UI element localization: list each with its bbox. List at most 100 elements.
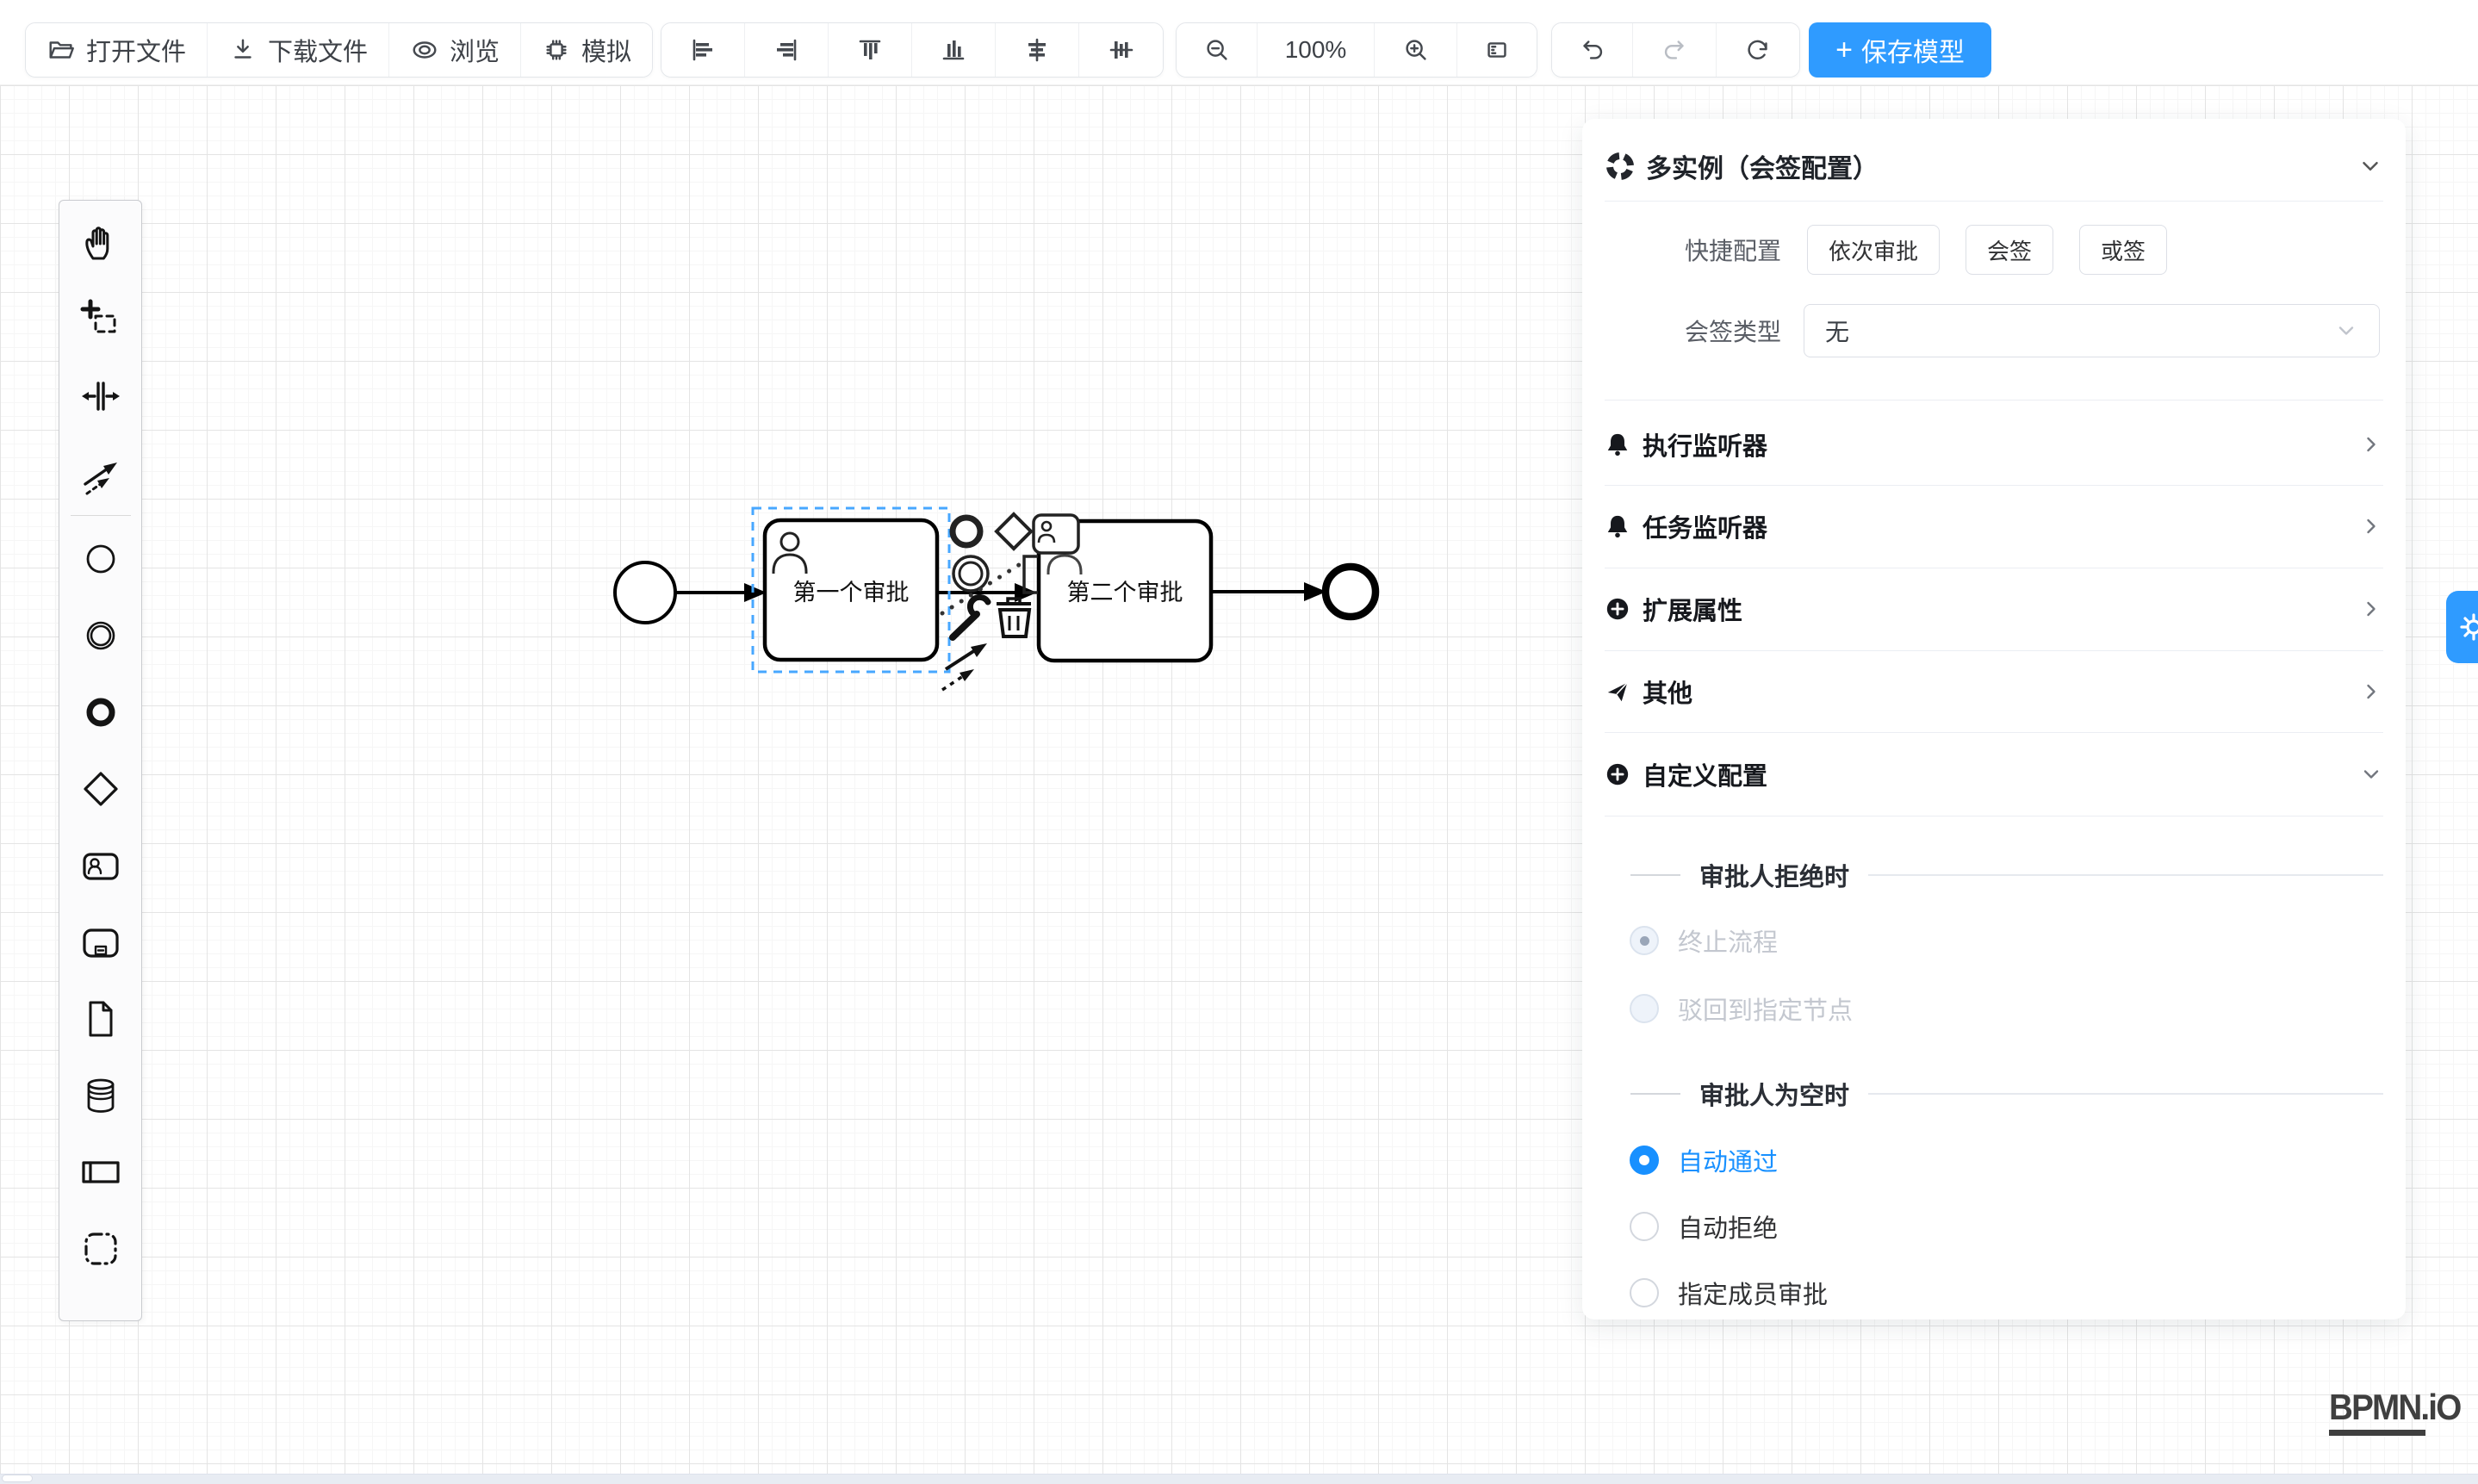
- reject-group-title: 审批人拒绝时: [1699, 857, 1849, 893]
- sequence-flow-3[interactable]: [1211, 582, 1326, 601]
- section-custom-config[interactable]: 自定义配置: [1605, 750, 2383, 798]
- chip-icon: [542, 35, 571, 65]
- quick-option-countersign-button[interactable]: 会签: [1966, 225, 2053, 275]
- quick-option-orsign-button[interactable]: 或签: [2079, 225, 2167, 275]
- wrench-icon[interactable]: [953, 597, 988, 637]
- divider: [1605, 732, 2383, 733]
- radio-icon: [1630, 1212, 1659, 1241]
- palette-participant[interactable]: [59, 1133, 141, 1210]
- radio-auto-reject[interactable]: 自动拒绝: [1630, 1201, 1778, 1251]
- palette-data-object[interactable]: [59, 980, 141, 1057]
- zoom-in-button[interactable]: [1375, 23, 1457, 77]
- task-label: 第二个审批: [1067, 580, 1183, 605]
- horizontal-scrollbar[interactable]: [0, 1474, 2478, 1484]
- append-end-event-icon[interactable]: [953, 518, 980, 545]
- palette-hand-tool[interactable]: [59, 204, 141, 281]
- radio-assign-member[interactable]: 指定成员审批: [1630, 1268, 1828, 1318]
- palette-start-event[interactable]: [59, 520, 141, 597]
- palette-intermediate-event[interactable]: [59, 597, 141, 674]
- file-button-group: 打开文件 下载文件 浏览 模拟: [25, 22, 653, 78]
- refresh-button[interactable]: [1717, 23, 1799, 77]
- undo-icon: [1578, 35, 1607, 65]
- trash-icon[interactable]: [997, 599, 1031, 636]
- append-user-task-icon[interactable]: [1034, 515, 1078, 553]
- preview-button[interactable]: 浏览: [389, 23, 521, 77]
- palette-end-event[interactable]: [59, 674, 141, 750]
- space-tool-icon: [78, 373, 124, 419]
- sign-type-select[interactable]: 无: [1804, 304, 2380, 357]
- radio-terminate-process[interactable]: 终止流程: [1630, 916, 1778, 966]
- append-gateway-icon[interactable]: [997, 514, 1031, 549]
- chevron-right-icon: [2359, 680, 2383, 704]
- palette-data-store[interactable]: [59, 1057, 141, 1133]
- palette: [59, 200, 142, 1321]
- subprocess-icon: [78, 919, 124, 966]
- fit-viewport-button[interactable]: [1457, 23, 1537, 77]
- group-icon: [78, 1226, 124, 1272]
- end-event[interactable]: [1326, 567, 1376, 617]
- download-file-label: 下载文件: [268, 32, 368, 68]
- save-model-button[interactable]: + 保存模型: [1809, 22, 1991, 78]
- toolbar: 打开文件 下载文件 浏览 模拟: [0, 0, 2478, 85]
- radio-icon: [1630, 926, 1659, 955]
- user-task-icon: [78, 842, 124, 889]
- radio-auto-pass[interactable]: 自动通过: [1630, 1135, 1778, 1185]
- quick-option-sequential-button[interactable]: 依次审批: [1807, 225, 1940, 275]
- start-event[interactable]: [615, 562, 675, 623]
- chevron-right-icon: [2359, 597, 2383, 621]
- participant-icon: [78, 1149, 124, 1195]
- radio-return-to-node[interactable]: 驳回到指定节点: [1630, 984, 1853, 1034]
- align-right-icon: [771, 34, 802, 65]
- connect-tool-icon[interactable]: [942, 643, 987, 690]
- append-text-annotation-icon[interactable]: [1024, 556, 1038, 593]
- sign-type-label: 会签类型: [1605, 314, 1781, 348]
- palette-user-task[interactable]: [59, 827, 141, 903]
- palette-connect-tool[interactable]: [59, 434, 141, 511]
- align-top-button[interactable]: [829, 23, 912, 77]
- undo-button[interactable]: [1552, 23, 1633, 77]
- radio-icon: [1630, 1146, 1659, 1175]
- chevron-down-icon[interactable]: [2357, 153, 2383, 179]
- section-label: 扩展属性: [1643, 591, 1742, 627]
- sign-type-value: 无: [1825, 314, 2334, 348]
- zoom-out-button[interactable]: [1177, 23, 1258, 77]
- task-first-approval[interactable]: 第一个审批: [765, 520, 937, 660]
- append-intermediate-event-icon[interactable]: [953, 556, 988, 591]
- palette-subprocess[interactable]: [59, 903, 141, 980]
- heading-line: [1630, 1093, 1680, 1095]
- heading-line: [1868, 874, 2383, 876]
- open-file-button[interactable]: 打开文件: [26, 23, 208, 77]
- preview-label: 浏览: [450, 32, 500, 68]
- scrollbar-thumb[interactable]: [2, 1475, 33, 1482]
- download-file-button[interactable]: 下载文件: [208, 23, 389, 77]
- end-event-icon: [78, 689, 124, 736]
- radio-label: 驳回到指定节点: [1678, 990, 1853, 1027]
- palette-gateway[interactable]: [59, 750, 141, 827]
- zoom-level: 100%: [1258, 23, 1375, 77]
- palette-space-tool[interactable]: [59, 357, 141, 434]
- divider: [1605, 201, 2383, 202]
- section-execution-listener[interactable]: 执行监听器: [1605, 420, 2383, 469]
- section-label: 执行监听器: [1643, 426, 1767, 463]
- palette-group[interactable]: [59, 1210, 141, 1287]
- align-center-vertical-button[interactable]: [1079, 23, 1163, 77]
- section-task-listener[interactable]: 任务监听器: [1605, 502, 2383, 550]
- divider: [1605, 650, 2383, 651]
- align-right-button[interactable]: [745, 23, 829, 77]
- lasso-tool-icon: [78, 296, 124, 343]
- chevron-right-icon: [2359, 432, 2383, 456]
- section-label: 其他: [1643, 674, 1692, 710]
- align-bottom-button[interactable]: [912, 23, 996, 77]
- section-extended-properties[interactable]: 扩展属性: [1605, 585, 2383, 633]
- section-other[interactable]: 其他: [1605, 667, 2383, 716]
- panel-header[interactable]: 多实例（会签配置）: [1605, 136, 2383, 196]
- palette-lasso-tool[interactable]: [59, 281, 141, 357]
- redo-button[interactable]: [1633, 23, 1717, 77]
- align-center-horizontal-button[interactable]: [996, 23, 1079, 77]
- heading-line: [1868, 1093, 2383, 1095]
- simulate-button[interactable]: 模拟: [521, 23, 652, 77]
- align-left-button[interactable]: [661, 23, 745, 77]
- chevron-down-icon: [2334, 319, 2358, 343]
- data-store-icon: [78, 1072, 124, 1119]
- section-label: 任务监听器: [1643, 508, 1767, 544]
